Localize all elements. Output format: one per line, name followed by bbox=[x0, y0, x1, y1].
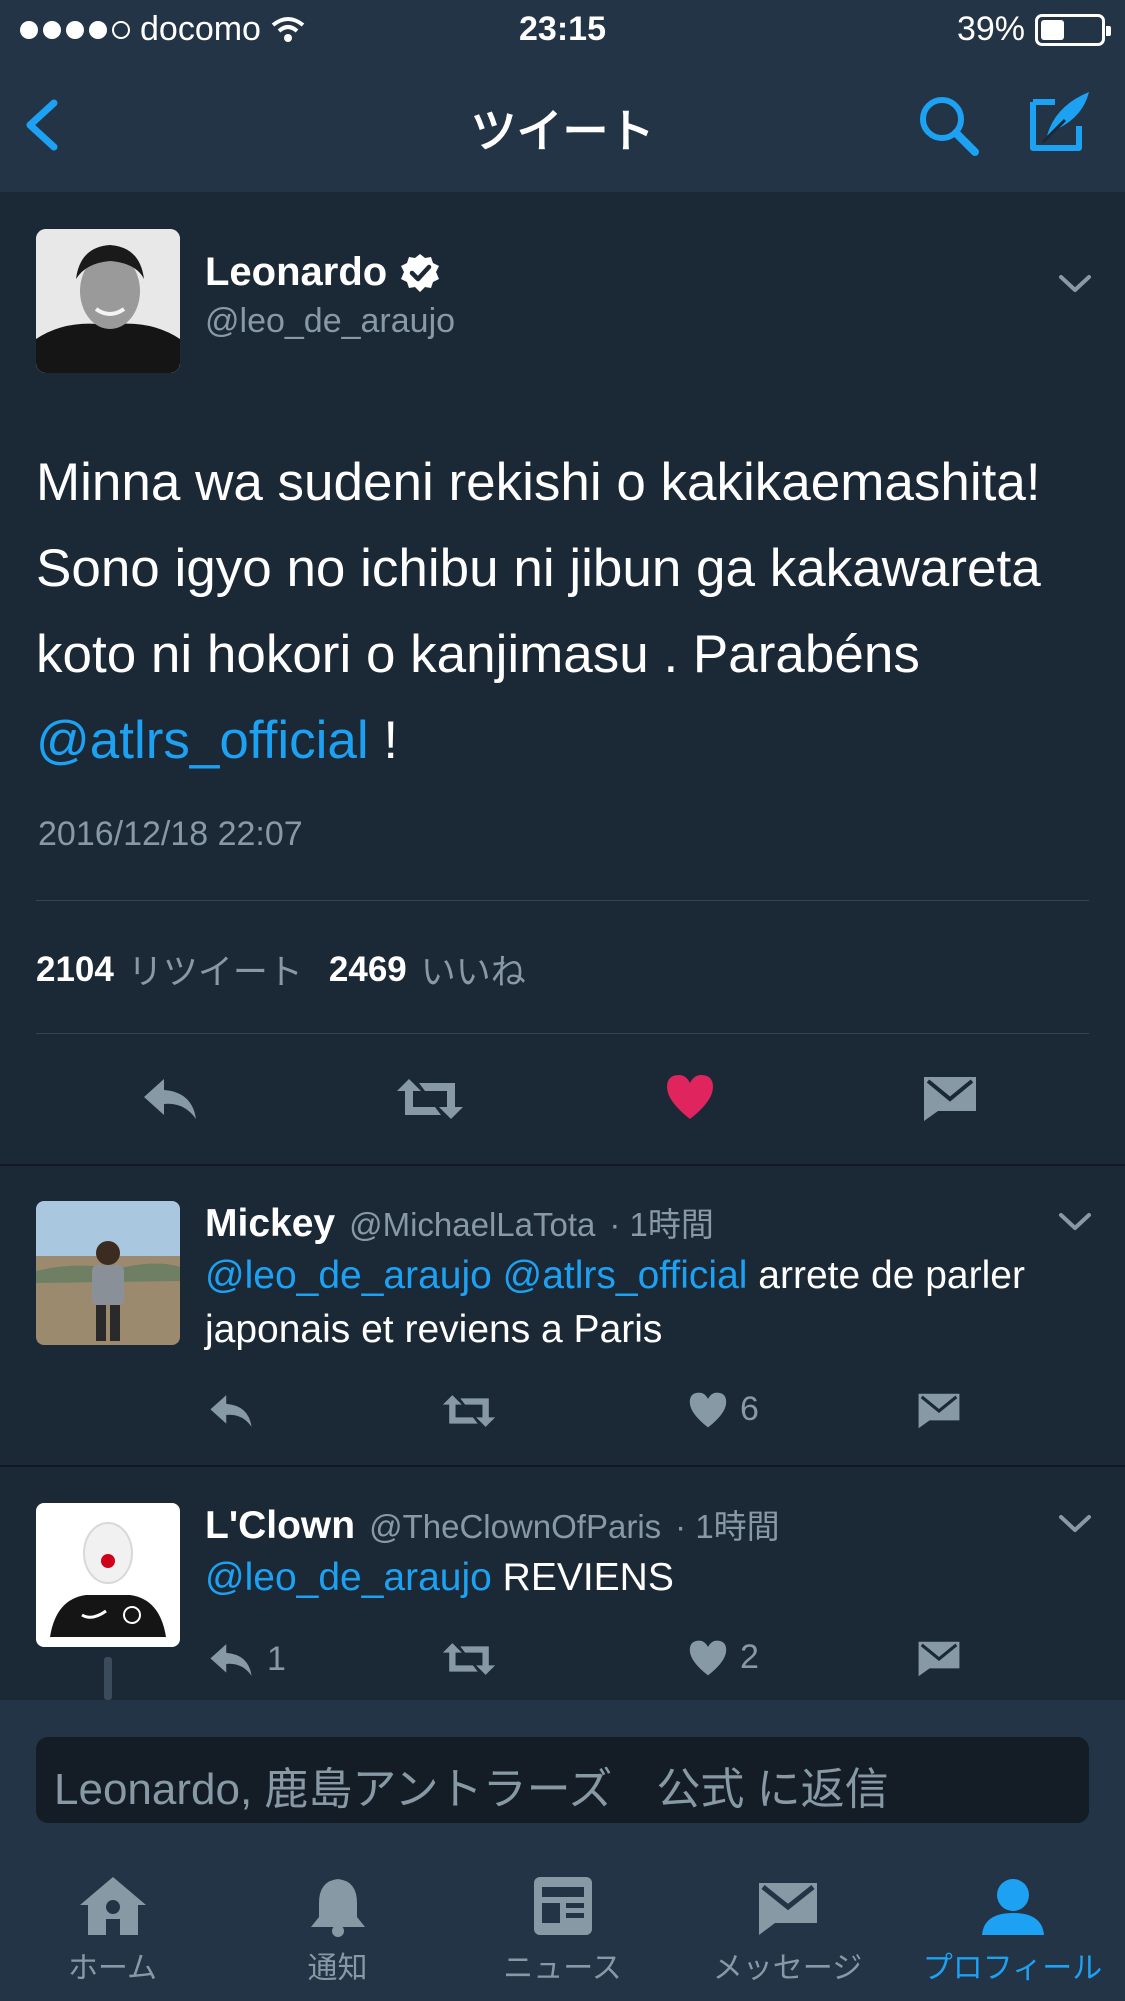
avatar[interactable] bbox=[36, 1503, 180, 1647]
bell-icon bbox=[310, 1879, 365, 1937]
status-bar: docomo 23:15 39% bbox=[0, 0, 1125, 62]
reply-button[interactable]: 1 bbox=[207, 1640, 286, 1679]
reply-count: 1 bbox=[267, 1640, 286, 1678]
chevron-down-icon[interactable] bbox=[1057, 1210, 1093, 1234]
like-button[interactable]: 2 bbox=[688, 1638, 759, 1677]
message-button[interactable] bbox=[917, 1392, 961, 1430]
separator bbox=[0, 1465, 1125, 1467]
direct-message-icon[interactable] bbox=[922, 1075, 978, 1123]
like-button[interactable]: 6 bbox=[688, 1390, 759, 1429]
compose-icon[interactable] bbox=[1025, 86, 1095, 156]
retweet-button[interactable] bbox=[440, 1640, 498, 1678]
tab-notifications[interactable]: 通知 bbox=[225, 1875, 450, 1987]
tab-messages[interactable]: メッセージ bbox=[675, 1875, 900, 1987]
avatar[interactable] bbox=[36, 1201, 180, 1345]
like-label[interactable]: いいね bbox=[421, 944, 526, 995]
envelope-icon bbox=[758, 1883, 817, 1935]
separator bbox=[0, 1164, 1125, 1166]
reply-icon bbox=[210, 1395, 252, 1427]
status-right: 39% bbox=[956, 10, 1111, 49]
tab-label: 通知 bbox=[307, 1952, 368, 1985]
tweet-timestamp: 2016/12/18 22:07 bbox=[38, 815, 303, 853]
reply-header: Mickey @MichaelLaTota · 1時間 bbox=[205, 1198, 714, 1246]
mention-link[interactable]: @atlrs_official bbox=[36, 711, 369, 770]
divider bbox=[36, 900, 1089, 901]
tweet-text-end: ! bbox=[368, 711, 399, 770]
author-handle[interactable]: @leo_de_araujo bbox=[205, 302, 455, 341]
author-name[interactable]: Leonardo bbox=[205, 250, 441, 295]
heart-icon bbox=[689, 1640, 727, 1675]
verified-badge-icon bbox=[401, 253, 440, 292]
reply-text: @leo_de_araujo @atlrs_official arrete de… bbox=[205, 1249, 1065, 1357]
tab-label: ホーム bbox=[67, 1952, 158, 1985]
chevron-down-icon[interactable] bbox=[1057, 1512, 1093, 1536]
mention-link[interactable]: @leo_de_araujo bbox=[205, 1556, 492, 1599]
reply-text-body: REVIENS bbox=[491, 1556, 674, 1599]
profile-icon bbox=[981, 1879, 1044, 1935]
chevron-down-icon[interactable] bbox=[1057, 272, 1093, 296]
reply-icon[interactable] bbox=[140, 1075, 200, 1123]
reply-author-name[interactable]: Mickey bbox=[205, 1202, 335, 1246]
message-button[interactable] bbox=[917, 1640, 961, 1678]
avatar-photo bbox=[36, 229, 180, 373]
news-icon bbox=[533, 1877, 592, 1935]
reply-header: L'Clown @TheClownOfParis · 1時間 bbox=[205, 1500, 780, 1548]
direct-message-icon bbox=[918, 1641, 960, 1677]
reply-time: · 1時間 bbox=[609, 1206, 714, 1243]
reply-author-handle[interactable]: @TheClownOfParis bbox=[369, 1508, 661, 1546]
like-count: 2 bbox=[740, 1638, 759, 1676]
reply-author-name[interactable]: L'Clown bbox=[205, 1504, 355, 1548]
tab-label: ニュース bbox=[503, 1952, 622, 1985]
tweet-text-body: Minna wa sudeni rekishi o kakikaemashita… bbox=[36, 453, 1041, 684]
battery-fill bbox=[1041, 19, 1064, 40]
retweet-icon bbox=[442, 1643, 496, 1675]
mention-link[interactable]: @atlrs_official bbox=[503, 1254, 748, 1297]
avatar[interactable] bbox=[36, 229, 180, 373]
heart-icon bbox=[689, 1392, 727, 1427]
tab-home[interactable]: ホーム bbox=[0, 1875, 225, 1987]
reply-button[interactable] bbox=[207, 1392, 255, 1430]
reply-author-handle[interactable]: @MichaelLaTota bbox=[349, 1206, 595, 1244]
direct-message-icon bbox=[918, 1393, 960, 1429]
home-icon bbox=[79, 1877, 146, 1935]
like-icon[interactable] bbox=[665, 1073, 715, 1121]
like-count: 6 bbox=[740, 1390, 759, 1428]
retweet-button[interactable] bbox=[440, 1392, 498, 1430]
reply-input[interactable]: Leonardo, 鹿島アントラーズ 公式 に返信 bbox=[36, 1737, 1089, 1823]
retweet-icon[interactable] bbox=[395, 1075, 465, 1123]
like-count[interactable]: 2469 bbox=[329, 950, 407, 990]
thread-line bbox=[104, 1657, 112, 1700]
retweet-label[interactable]: リツイート bbox=[128, 944, 303, 995]
reply-text: @leo_de_araujo REVIENS bbox=[205, 1551, 1065, 1605]
search-icon[interactable] bbox=[915, 92, 981, 158]
tab-label: プロフィール bbox=[922, 1952, 1103, 1985]
battery-percent: 39% bbox=[956, 10, 1025, 48]
tweet-text: Minna wa sudeni rekishi o kakikaemashita… bbox=[36, 440, 1096, 784]
reply-icon bbox=[210, 1643, 252, 1676]
reply-time: · 1時間 bbox=[675, 1508, 780, 1545]
tab-news[interactable]: ニュース bbox=[450, 1875, 675, 1987]
tab-profile[interactable]: プロフィール bbox=[900, 1875, 1125, 1987]
mention-link[interactable]: @leo_de_araujo bbox=[205, 1254, 492, 1297]
author-name-text: Leonardo bbox=[205, 250, 388, 294]
divider bbox=[36, 1033, 1089, 1034]
avatar-photo bbox=[36, 1503, 180, 1647]
tweet-stats: 2104 リツイート 2469 いいね bbox=[36, 944, 552, 995]
avatar-photo bbox=[36, 1201, 180, 1345]
battery-icon bbox=[1035, 13, 1111, 46]
retweet-count[interactable]: 2104 bbox=[36, 950, 114, 990]
tab-label: メッセージ bbox=[712, 1952, 863, 1985]
retweet-icon bbox=[442, 1395, 496, 1427]
